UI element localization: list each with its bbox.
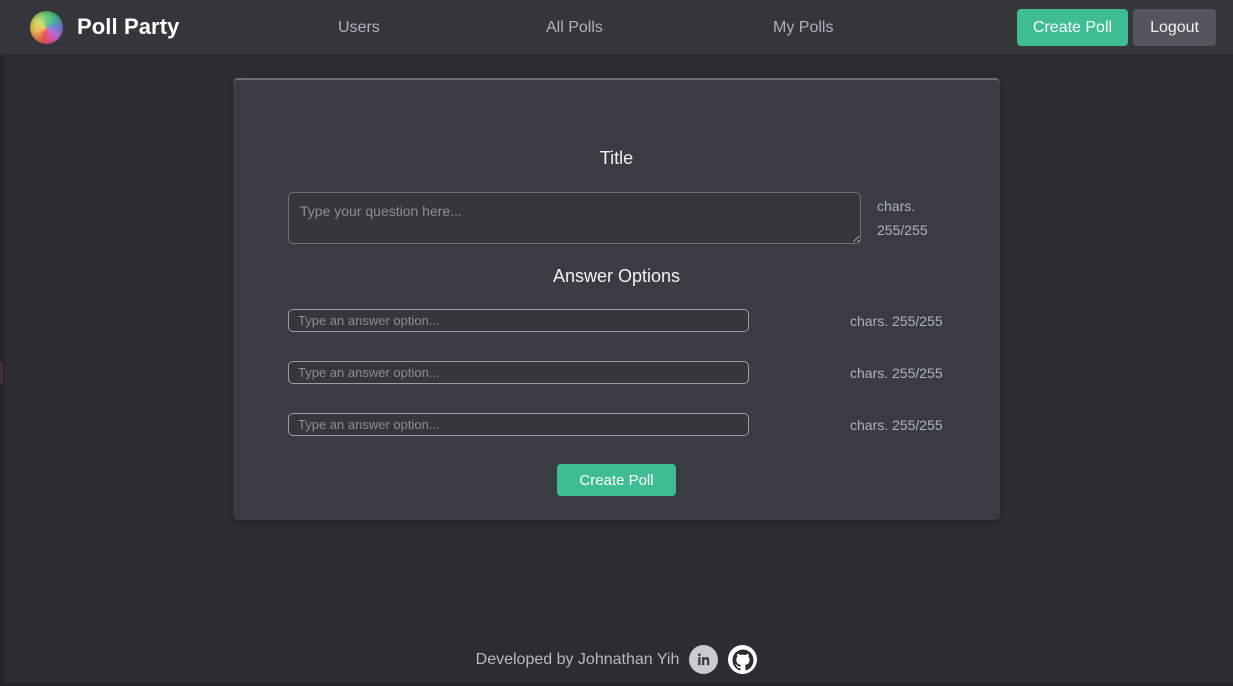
nav-links: Users All Polls My Polls bbox=[280, 0, 980, 55]
logout-button[interactable]: Logout bbox=[1133, 9, 1216, 46]
poll-title-textarea[interactable] bbox=[288, 192, 861, 244]
footer-credit-text: Developed by Johnathan Yih bbox=[475, 650, 680, 668]
github-icon[interactable] bbox=[728, 645, 758, 674]
linkedin-icon[interactable] bbox=[689, 645, 719, 674]
title-char-counter: chars. 255/255 bbox=[877, 192, 957, 242]
create-poll-submit-button[interactable]: Create Poll bbox=[557, 464, 676, 496]
answer-option-input-1[interactable] bbox=[288, 309, 749, 332]
answer-option-input-3[interactable] bbox=[288, 413, 749, 436]
nav-link-all-polls[interactable]: All Polls bbox=[546, 19, 603, 37]
top-navbar: Poll Party Users All Polls My Polls Crea… bbox=[0, 0, 1233, 55]
answer-option-input-2[interactable] bbox=[288, 361, 749, 384]
answer-option-row: chars. 255/255 bbox=[288, 309, 968, 332]
answer-char-counter-2: chars. 255/255 bbox=[850, 364, 943, 381]
nav-link-my-polls[interactable]: My Polls bbox=[773, 19, 833, 37]
answer-option-row: chars. 255/255 bbox=[288, 413, 968, 436]
answer-options-heading: Answer Options bbox=[552, 266, 681, 286]
nav-create-poll-button[interactable]: Create Poll bbox=[1016, 9, 1129, 46]
title-char-counter-label: chars. bbox=[877, 198, 916, 214]
title-field-row: chars. 255/255 bbox=[288, 192, 968, 244]
color-wheel-sphere-icon bbox=[30, 10, 63, 44]
submit-row: Create Poll bbox=[233, 464, 1000, 496]
nav-actions: Create Poll Logout bbox=[1016, 0, 1233, 55]
footer: Developed by Johnathan Yih bbox=[0, 645, 1233, 674]
answer-char-counter-1: chars. 255/255 bbox=[850, 312, 943, 329]
answer-option-row: chars. 255/255 bbox=[288, 361, 968, 384]
brand-title: Poll Party bbox=[77, 14, 180, 39]
brand[interactable]: Poll Party bbox=[30, 10, 180, 44]
title-char-counter-count: 255/255 bbox=[877, 222, 928, 238]
create-poll-card: Title chars. 255/255 Answer Options char… bbox=[233, 78, 1000, 520]
answer-char-counter-3: chars. 255/255 bbox=[850, 416, 943, 433]
app-root: Poll Party Users All Polls My Polls Crea… bbox=[0, 0, 1233, 686]
left-edge-accent bbox=[0, 362, 3, 384]
nav-link-users[interactable]: Users bbox=[338, 19, 380, 37]
title-heading: Title bbox=[599, 148, 634, 168]
